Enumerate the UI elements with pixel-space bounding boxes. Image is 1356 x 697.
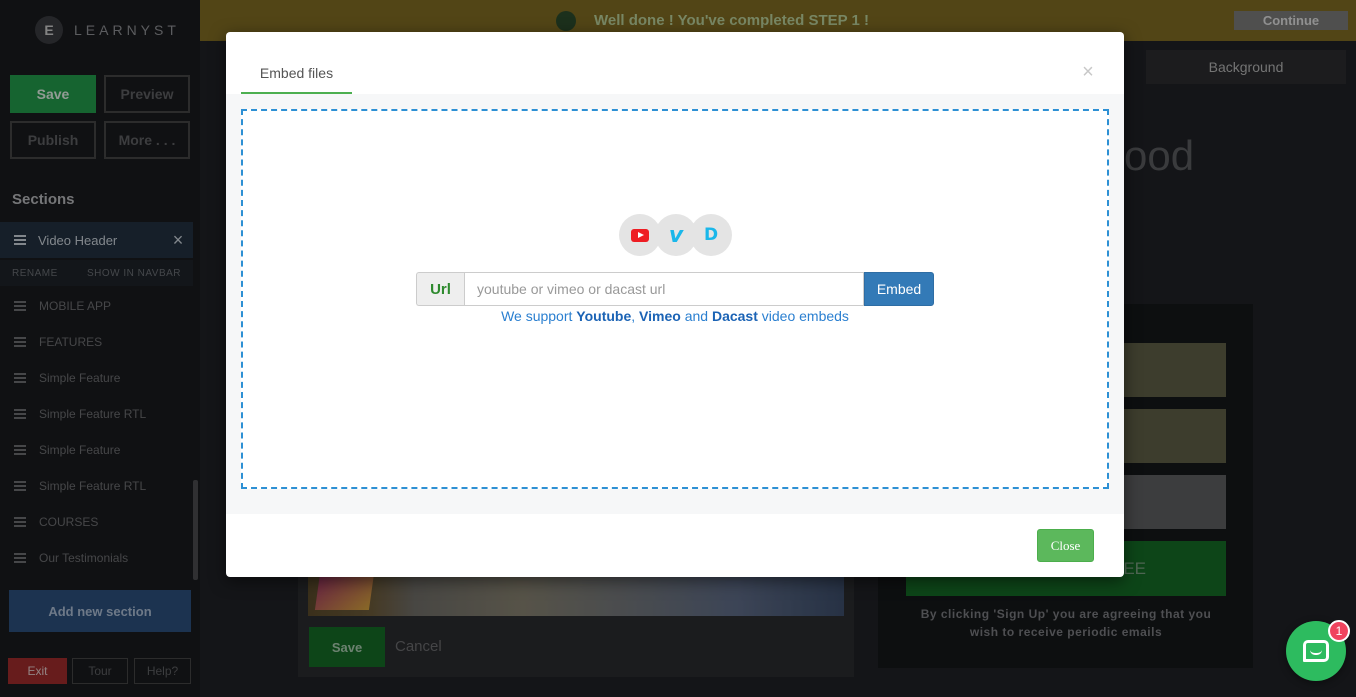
embed-dropzone[interactable]: v D Url Embed We support Youtube, Vimeo … — [241, 109, 1109, 489]
supported-services: v D — [619, 214, 732, 256]
chat-icon — [1303, 640, 1329, 662]
youtube-play-icon — [631, 228, 649, 242]
modal-close-icon[interactable]: × — [1081, 61, 1095, 84]
url-input[interactable] — [464, 272, 864, 306]
embed-files-modal: Embed files × v D Url Embed We support Y… — [226, 32, 1124, 577]
chat-notification-badge: 1 — [1328, 620, 1350, 642]
support-vimeo: Vimeo — [639, 308, 681, 324]
support-youtube: Youtube — [576, 308, 632, 324]
support-dacast: Dacast — [711, 308, 758, 324]
dacast-icon: D — [690, 214, 732, 256]
embed-button[interactable]: Embed — [864, 272, 934, 306]
support-suffix: video embeds — [761, 308, 849, 324]
url-input-group: Url Embed — [416, 272, 934, 306]
tab-embed-files[interactable]: Embed files — [241, 54, 352, 94]
modal-body: v D Url Embed We support Youtube, Vimeo … — [226, 94, 1124, 514]
support-prefix: We support — [501, 308, 573, 324]
vimeo-logo-icon: v — [668, 222, 684, 248]
support-and: and — [684, 308, 709, 324]
close-button[interactable]: Close — [1037, 529, 1094, 562]
url-label: Url — [416, 272, 464, 306]
dacast-logo-icon: D — [703, 225, 719, 245]
support-comma: , — [631, 308, 636, 324]
support-text: We support Youtube, Vimeo and Dacast vid… — [243, 308, 1107, 324]
